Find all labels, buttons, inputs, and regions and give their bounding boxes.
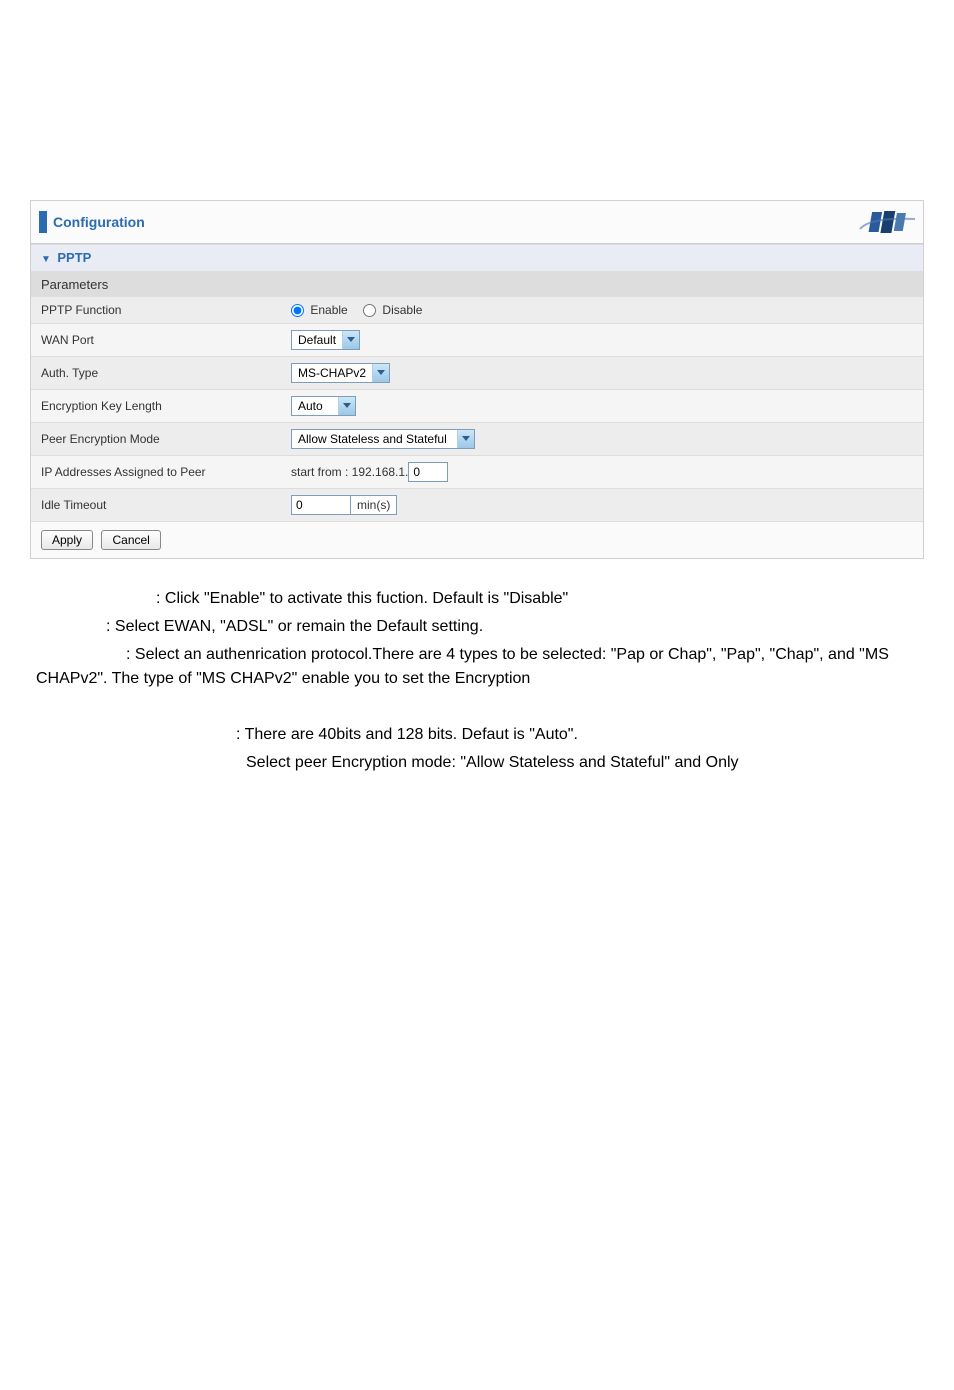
chevron-down-icon xyxy=(338,397,355,415)
input-ip-last-octet[interactable] xyxy=(408,462,448,482)
collapse-arrow-icon: ▼ xyxy=(41,254,51,265)
chevron-down-icon xyxy=(372,364,389,382)
button-row: Apply Cancel xyxy=(31,522,923,558)
desc-line-5: Select peer Encryption mode: "Allow Stat… xyxy=(36,751,918,775)
chevron-down-icon xyxy=(457,430,474,448)
cancel-button[interactable]: Cancel xyxy=(101,530,160,550)
row-peer-enc-mode: Peer Encryption Mode Allow Stateless and… xyxy=(31,423,923,456)
label-enc-key-length: Encryption Key Length xyxy=(31,390,281,423)
config-panel: Configuration ▼ PPTP Parameters PPTP Fun… xyxy=(30,200,924,559)
desc-line-2: : Select EWAN, "ADSL" or remain the Defa… xyxy=(36,615,918,639)
radio-enable-label[interactable]: Enable xyxy=(291,303,351,317)
section-bar[interactable]: ▼ PPTP xyxy=(31,244,923,272)
label-peer-enc-mode: Peer Encryption Mode xyxy=(31,423,281,456)
select-peer-enc-mode[interactable]: Allow Stateless and Stateful xyxy=(291,429,475,449)
row-enc-key-length: Encryption Key Length Auto xyxy=(31,390,923,423)
select-auth-type[interactable]: MS-CHAPv2 xyxy=(291,363,390,383)
radio-disable-label[interactable]: Disable xyxy=(363,303,422,317)
config-header: Configuration xyxy=(31,201,923,244)
desc-line-4: : There are 40bits and 128 bits. Defaut … xyxy=(36,723,918,747)
radio-disable[interactable] xyxy=(363,304,376,317)
input-idle-timeout[interactable] xyxy=(291,495,351,515)
idle-timeout-unit: min(s) xyxy=(351,495,397,515)
apply-button[interactable]: Apply xyxy=(41,530,93,550)
parameters-label: Parameters xyxy=(31,272,923,297)
row-idle-timeout: Idle Timeout min(s) xyxy=(31,489,923,522)
row-wan-port: WAN Port Default xyxy=(31,324,923,357)
ip-prefix: start from : 192.168.1. xyxy=(291,465,408,479)
label-auth-type: Auth. Type xyxy=(31,357,281,390)
radio-enable[interactable] xyxy=(291,304,304,317)
description-section: : Click "Enable" to activate this fuctio… xyxy=(30,587,924,775)
header-logo xyxy=(825,207,915,237)
label-pptp-function: PPTP Function xyxy=(31,297,281,324)
header-accent-bar xyxy=(39,211,47,233)
row-ip-assigned: IP Addresses Assigned to Peer start from… xyxy=(31,456,923,489)
form-table: PPTP Function Enable Disable WAN Port xyxy=(31,297,923,522)
select-wan-port[interactable]: Default xyxy=(291,330,360,350)
label-idle-timeout: Idle Timeout xyxy=(31,489,281,522)
desc-line-1: : Click "Enable" to activate this fuctio… xyxy=(36,587,918,611)
section-title: PPTP xyxy=(57,250,91,265)
select-enc-key-length[interactable]: Auto xyxy=(291,396,356,416)
row-auth-type: Auth. Type MS-CHAPv2 xyxy=(31,357,923,390)
label-ip-assigned: IP Addresses Assigned to Peer xyxy=(31,456,281,489)
row-pptp-function: PPTP Function Enable Disable xyxy=(31,297,923,324)
label-wan-port: WAN Port xyxy=(31,324,281,357)
chevron-down-icon xyxy=(342,331,359,349)
desc-line-3: : Select an authenrication protocol.Ther… xyxy=(36,646,889,687)
page-title: Configuration xyxy=(53,214,145,230)
